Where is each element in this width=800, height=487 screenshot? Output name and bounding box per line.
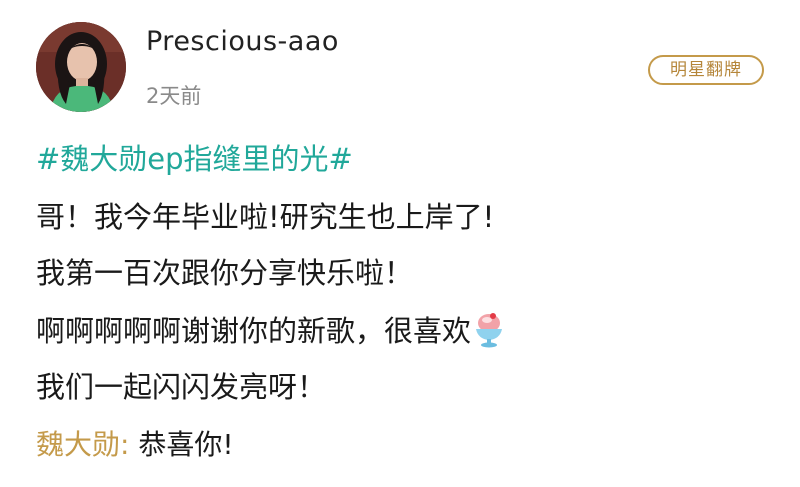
reply-text: 恭喜你! <box>129 428 234 461</box>
reply-author-link[interactable]: 魏大勋: <box>36 428 129 461</box>
post-text-line: 啊啊啊啊啊谢谢你的新歌，很喜欢 <box>36 314 472 348</box>
shaved-ice-icon <box>473 309 505 349</box>
post-text-line: 我第一百次跟你分享快乐啦！ <box>36 256 414 290</box>
star-response-badge[interactable]: 明星翻牌 <box>648 55 764 85</box>
avatar[interactable] <box>36 22 126 112</box>
avatar-photo-icon <box>36 22 126 112</box>
reply-comment: 魏大勋: 恭喜你! <box>36 423 234 463</box>
post-text-line-with-emoji: 啊啊啊啊啊谢谢你的新歌，很喜欢 <box>36 308 505 350</box>
post-text-line: 哥！我今年毕业啦!研究生也上岸了! <box>36 200 495 234</box>
post-timestamp: 2天前 <box>146 84 202 108</box>
post-text-line: 我们一起闪闪发亮呀！ <box>36 370 327 404</box>
topic-hashtag-link[interactable]: #魏大勋ep指缝里的光# <box>36 136 353 178</box>
username[interactable]: Prescious-aao <box>146 26 339 57</box>
